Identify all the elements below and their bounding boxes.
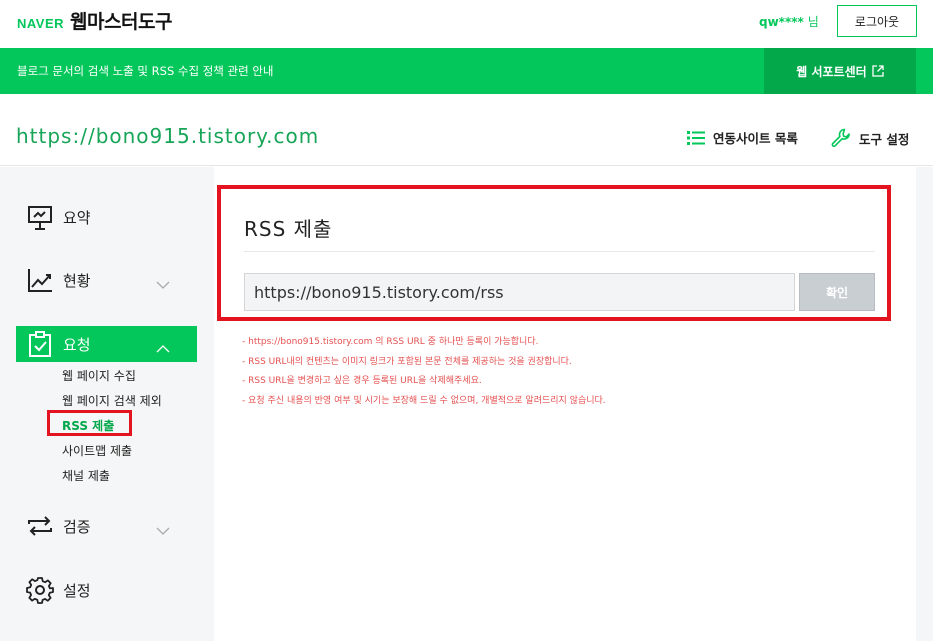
sidebar-item-verify[interactable]: 검증 [16, 508, 197, 544]
chevron-up-icon [156, 338, 170, 357]
chevron-down-icon [156, 520, 170, 539]
refresh-arrows-icon [26, 512, 54, 540]
presentation-board-icon [26, 203, 54, 231]
rss-url-input[interactable] [244, 273, 795, 311]
sidebar-item-label: 설정 [63, 581, 91, 600]
naver-logo-text: NAVER [17, 16, 65, 31]
user-suffix: 님 [807, 15, 819, 29]
note-item: - RSS URL내의 컨텐츠는 이미지 링크가 포함된 본문 전체를 제공하는… [242, 356, 572, 367]
sidebar-item-label: 현황 [63, 271, 91, 290]
sub-item-web-page-collect[interactable]: 웹 페이지 수집 [62, 367, 136, 384]
user-name: qw**** 님 [759, 13, 819, 30]
support-center-button[interactable]: 웹 서포트센터 [764, 48, 916, 94]
confirm-button[interactable]: 확인 [799, 273, 875, 311]
site-bar: https://bono915.tistory.com 연동사이트 목록 도구 … [0, 94, 933, 166]
sidebar-item-label: 요청 [63, 335, 91, 354]
logo[interactable]: NAVER 웹마스터도구 [17, 7, 172, 34]
external-link-icon [872, 65, 884, 77]
app-title: 웹마스터도구 [70, 11, 172, 33]
sidebar-item-label: 검증 [63, 517, 91, 536]
note-item: - https://bono915.tistory.com 의 RSS URL … [242, 337, 539, 347]
tool-settings-label: 도구 설정 [859, 131, 910, 147]
chevron-down-icon [156, 274, 170, 293]
sub-item-sitemap-submit[interactable]: 사이트맵 제출 [62, 442, 132, 459]
sub-item-channel-submit[interactable]: 채널 제출 [62, 467, 110, 484]
rss-title: RSS 제출 [244, 217, 333, 241]
list-icon [687, 130, 705, 145]
clipboard-check-icon [26, 330, 54, 358]
logout-button[interactable]: 로그아웃 [837, 5, 917, 37]
rss-menu-highlight-box [47, 410, 132, 436]
tool-settings-button[interactable]: 도구 설정 [831, 128, 909, 148]
sidebar-item-request[interactable]: 요청 [16, 326, 197, 362]
notice-link[interactable]: 블로그 문서의 검색 노출 및 RSS 수집 정책 관련 안내 [17, 63, 274, 79]
divider [244, 251, 875, 252]
support-center-label: 웹 서포트센터 [796, 64, 867, 79]
line-chart-icon [26, 266, 54, 294]
linked-sites-button[interactable]: 연동사이트 목록 [687, 128, 798, 147]
note-item: - 요청 주신 내용의 반영 여부 및 시기는 보장해 드릴 수 없으며, 개별… [242, 395, 606, 406]
sidebar-item-label: 요약 [63, 208, 91, 227]
wrench-icon [831, 128, 851, 148]
linked-sites-label: 연동사이트 목록 [713, 131, 798, 146]
sub-item-web-page-exclude[interactable]: 웹 페이지 검색 제외 [62, 392, 162, 409]
user-id: qw**** [759, 15, 804, 29]
notice-bar: 블로그 문서의 검색 노출 및 RSS 수집 정책 관련 안내 웹 서포트센터 [0, 48, 933, 94]
rss-submit-panel: RSS 제출 확인 [217, 185, 891, 321]
sidebar-item-settings[interactable]: 설정 [16, 572, 197, 608]
sidebar-item-summary[interactable]: 요약 [16, 199, 197, 235]
sidebar-item-status[interactable]: 현황 [16, 262, 197, 298]
note-item: - RSS URL을 변경하고 싶은 경우 등록된 URL을 삭제해주세요. [242, 376, 482, 386]
site-url: https://bono915.tistory.com [16, 124, 320, 148]
rss-notes: - https://bono915.tistory.com 의 RSS URL … [242, 336, 606, 414]
top-header: NAVER 웹마스터도구 qw**** 님 로그아웃 [0, 0, 933, 48]
gear-icon [26, 576, 54, 604]
